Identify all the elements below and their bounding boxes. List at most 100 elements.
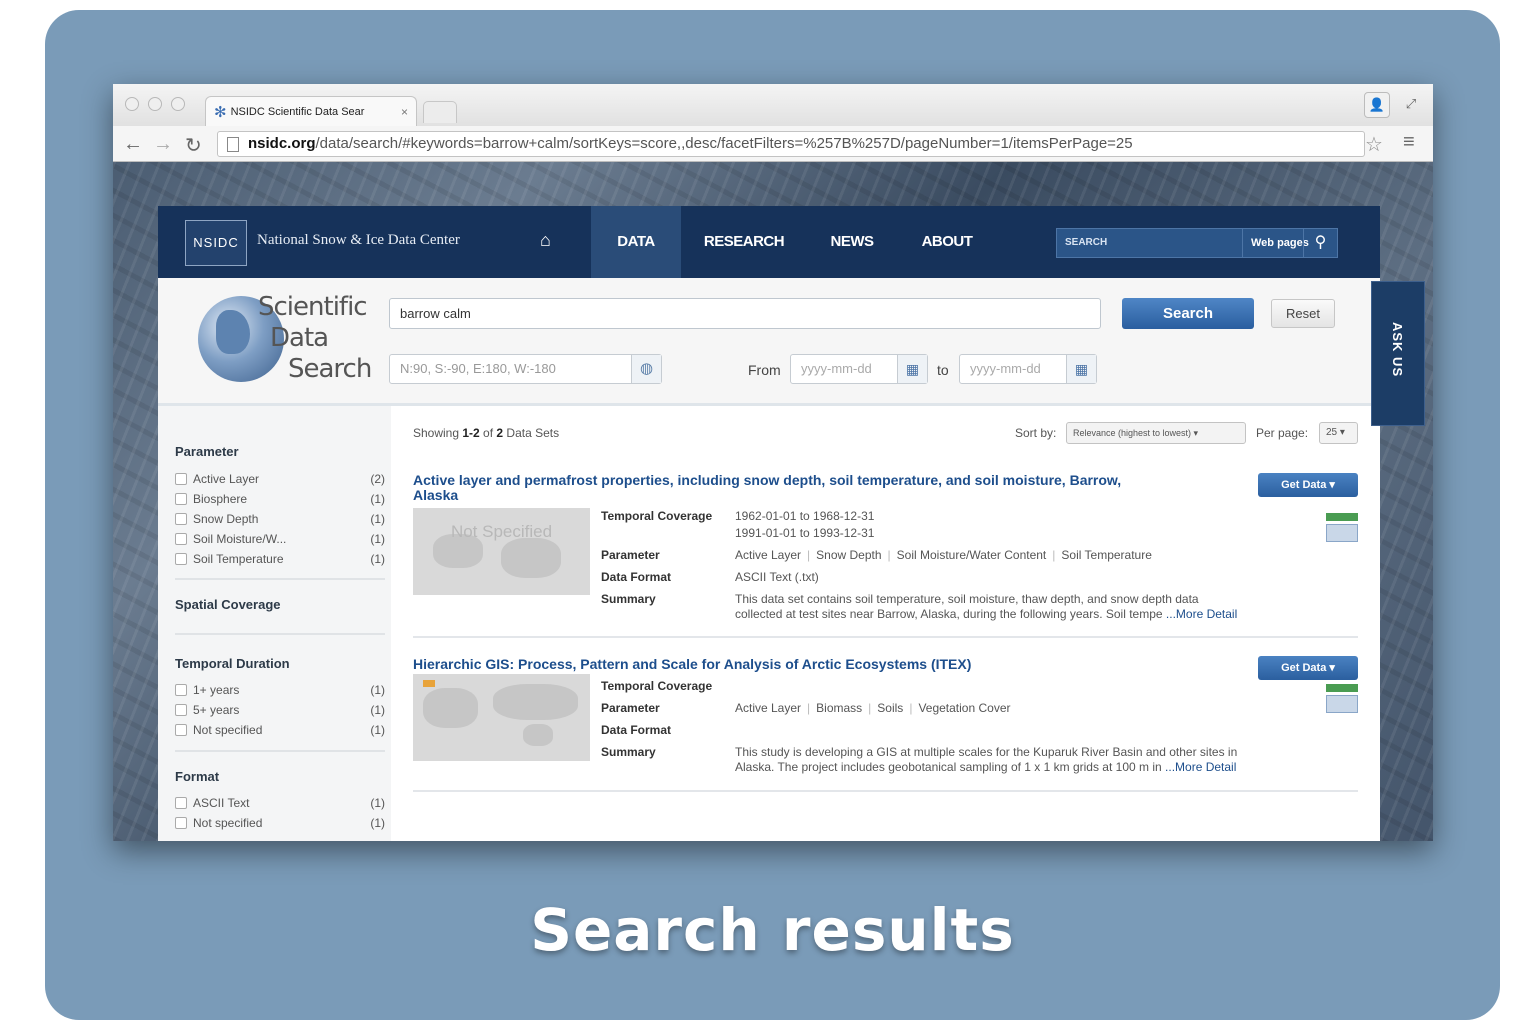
- parameter-item: Biomass: [816, 701, 863, 715]
- facet-item[interactable]: Biosphere (1): [175, 489, 385, 509]
- ask-us-label: ASK US: [1390, 322, 1405, 378]
- calendar-icon[interactable]: ▦: [1066, 355, 1096, 383]
- checkbox[interactable]: [175, 684, 187, 696]
- facet-item[interactable]: ASCII Text (1): [175, 793, 385, 813]
- facet-item[interactable]: Soil Moisture/W... (1): [175, 529, 385, 549]
- facet-label: Active Layer: [193, 472, 260, 486]
- facet-title[interactable]: Spatial Coverage: [175, 597, 385, 612]
- facet-label: Soil Moisture/W...: [193, 532, 287, 546]
- browser-tab[interactable]: ✻ NSIDC Scientific Data Sear ×: [205, 96, 417, 126]
- facet-item[interactable]: Active Layer (2): [175, 469, 385, 489]
- meta-label: Parameter: [601, 548, 660, 562]
- minimize-window-icon[interactable]: [148, 97, 162, 111]
- home-icon[interactable]: ⌂: [540, 230, 551, 251]
- per-page-select[interactable]: 25 ▾: [1319, 422, 1358, 444]
- facet-divider: [175, 750, 385, 752]
- result-divider: [413, 790, 1358, 792]
- reset-button[interactable]: Reset: [1271, 299, 1335, 328]
- checkbox[interactable]: [175, 473, 187, 485]
- facet-item[interactable]: 1+ years (1): [175, 680, 385, 700]
- checkbox[interactable]: [175, 493, 187, 505]
- maximize-window-icon[interactable]: [171, 97, 185, 111]
- facet-item[interactable]: Not specified (1): [175, 720, 385, 740]
- get-data-button[interactable]: Get Data ▾: [1258, 656, 1358, 680]
- facet-label: Not specified: [193, 816, 263, 830]
- checkbox[interactable]: [175, 513, 187, 525]
- calendar-icon[interactable]: ▦: [897, 355, 927, 383]
- bookmark-star-icon[interactable]: ☆: [1365, 132, 1383, 157]
- page-icon: [227, 137, 239, 152]
- facet-item[interactable]: Soil Temperature (1): [175, 549, 385, 569]
- search-content: Scientific Data Search barrow calm Searc…: [158, 278, 1380, 841]
- fullscreen-icon[interactable]: ⤢: [1398, 92, 1424, 118]
- facet-title[interactable]: Parameter: [175, 444, 385, 459]
- result-title[interactable]: Active layer and permafrost properties, …: [413, 473, 1121, 503]
- checkbox[interactable]: [175, 724, 187, 736]
- nav-research[interactable]: RESEARCH: [696, 206, 792, 278]
- checkbox[interactable]: [175, 797, 187, 809]
- checkbox[interactable]: [175, 704, 187, 716]
- facet-item[interactable]: Snow Depth (1): [175, 509, 385, 529]
- browser-menu-icon[interactable]: ≡: [1403, 131, 1415, 154]
- brand-line: Scientific: [258, 292, 368, 322]
- nsidc-logo[interactable]: NSIDC: [185, 220, 247, 266]
- facet-temporal: Temporal Duration 1+ years (1) 5+ years (1…: [175, 656, 385, 740]
- url-input[interactable]: nsidc.org/data/search/#keywords=barrow+c…: [217, 131, 1365, 157]
- facet-count: (1): [370, 723, 385, 737]
- temporal-value: 1991-01-01 to 1993-12-31: [735, 526, 875, 540]
- nav-news[interactable]: NEWS: [820, 206, 884, 278]
- to-label: to: [937, 362, 949, 378]
- snowflake-icon: ✻: [214, 103, 227, 121]
- nav-data[interactable]: DATA: [591, 206, 681, 278]
- spatial-bbox-input[interactable]: N:90, S:-90, E:180, W:-180 ◍: [389, 354, 662, 384]
- search-icon[interactable]: ⚲: [1303, 229, 1337, 257]
- forward-icon[interactable]: →: [153, 133, 173, 156]
- org-name[interactable]: National Snow & Ice Data Center: [257, 232, 460, 249]
- more-detail-link[interactable]: ...More Detail: [1165, 760, 1236, 774]
- checkbox[interactable]: [175, 817, 187, 829]
- new-tab-button[interactable]: [423, 101, 457, 123]
- facet-item[interactable]: Not specified (1): [175, 813, 385, 833]
- meta-label: Summary: [601, 592, 656, 606]
- facet-count: (1): [370, 512, 385, 526]
- checkbox[interactable]: [175, 553, 187, 565]
- tab-close-icon[interactable]: ×: [401, 105, 408, 119]
- summary-text: Alaska. The project includes geobotanica…: [735, 760, 1162, 774]
- sort-select[interactable]: Relevance (highest to lowest) ▾: [1066, 422, 1246, 444]
- summary-line: This data set contains soil temperature,…: [735, 592, 1199, 606]
- facet-label: ASCII Text: [193, 796, 250, 810]
- close-window-icon[interactable]: [125, 97, 139, 111]
- result-title-line: Active layer and permafrost properties, …: [413, 472, 1122, 488]
- search-button[interactable]: Search: [1122, 298, 1254, 329]
- facet-item[interactable]: 5+ years (1): [175, 700, 385, 720]
- facet-title[interactable]: Format: [175, 769, 385, 784]
- result-thumbnail[interactable]: [413, 674, 590, 761]
- result-title[interactable]: Hierarchic GIS: Process, Pattern and Sca…: [413, 657, 971, 672]
- nav-about[interactable]: ABOUT: [911, 206, 983, 278]
- site-search: SEARCH Web pages ⚲: [1056, 228, 1338, 258]
- end-date-input[interactable]: yyyy-mm-dd ▦: [959, 354, 1097, 384]
- more-detail-link[interactable]: ...More Detail: [1166, 607, 1237, 621]
- facet-title[interactable]: Temporal Duration: [175, 656, 385, 671]
- facet-label: Snow Depth: [193, 512, 259, 526]
- start-date-input[interactable]: yyyy-mm-dd ▦: [790, 354, 928, 384]
- parameter-item: Vegetation Cover: [918, 701, 1011, 715]
- map-continent: [501, 538, 561, 578]
- results-panel: Showing 1-2 of 2 Data Sets Sort by: Rele…: [413, 406, 1358, 841]
- get-data-button[interactable]: Get Data ▾: [1258, 473, 1358, 497]
- keyword-input[interactable]: barrow calm: [389, 298, 1101, 329]
- facet-count: (1): [370, 703, 385, 717]
- site-search-input[interactable]: SEARCH: [1065, 237, 1107, 248]
- ask-us-tab[interactable]: ASK US: [1371, 281, 1425, 426]
- meta-label: Data Format: [601, 570, 672, 584]
- address-bar: ← → ↻ nsidc.org/data/search/#keywords=ba…: [113, 126, 1433, 162]
- globe-picker-icon[interactable]: ◍: [631, 355, 661, 383]
- tab-title: NSIDC Scientific Data Sear: [230, 105, 365, 118]
- summary-line: This study is developing a GIS at multip…: [735, 745, 1238, 759]
- map-continent: [523, 724, 553, 746]
- profile-icon[interactable]: 👤: [1364, 92, 1390, 118]
- back-icon[interactable]: ←: [123, 133, 143, 156]
- reload-icon[interactable]: ↻: [185, 133, 202, 158]
- result-thumbnail[interactable]: Not Specified: [413, 508, 590, 595]
- checkbox[interactable]: [175, 533, 187, 545]
